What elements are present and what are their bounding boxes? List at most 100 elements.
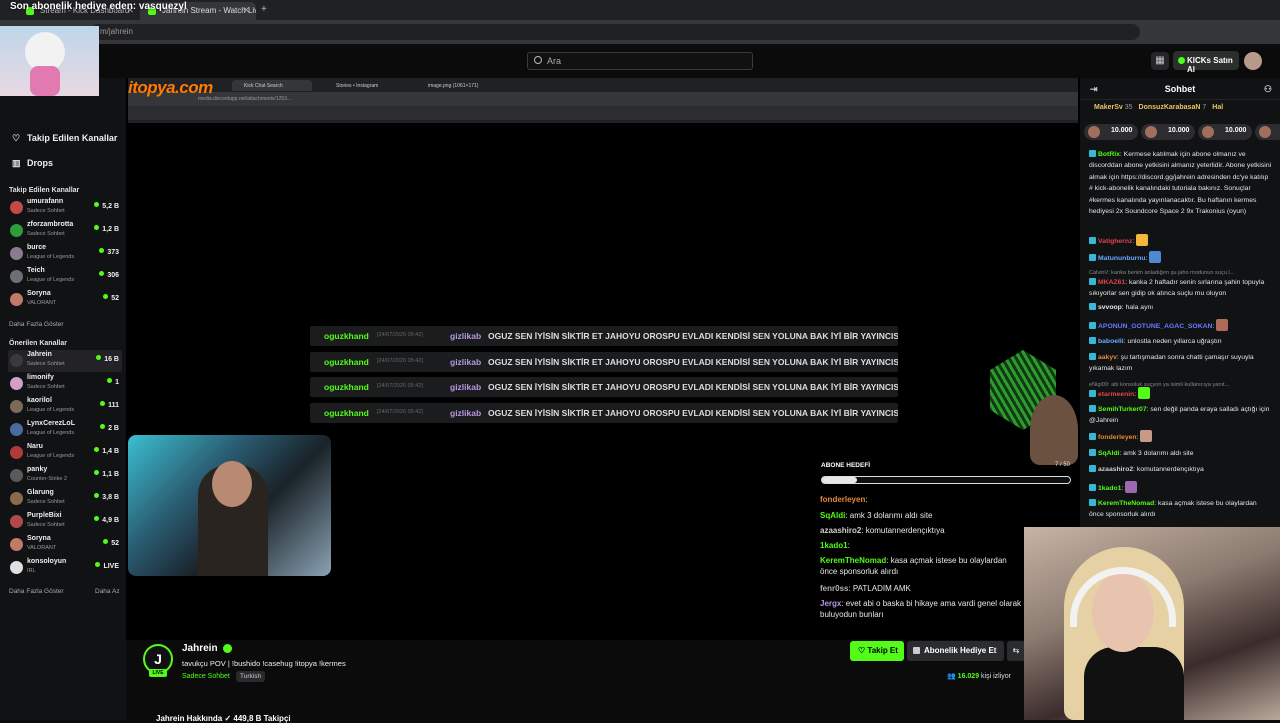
channel-item[interactable]: Glarung Sadece Sohbet 3,8 B — [8, 488, 122, 510]
viewers-icon: 👥 — [947, 673, 958, 680]
channel-item[interactable]: Soryna VALORANT 52 — [8, 289, 122, 311]
channel-name: Glarung — [27, 489, 54, 496]
channel-item[interactable]: Teich League of Legends 306 — [8, 266, 122, 288]
chat-username[interactable]: MKAZ61 — [1098, 279, 1125, 286]
more-options-button[interactable]: ⇆ — [1007, 641, 1025, 661]
chat-username[interactable]: KeremTheNomad — [1098, 500, 1154, 507]
buy-kicks-button[interactable]: KICKs Satın Al — [1173, 51, 1239, 74]
chat-username[interactable]: 1kado1 — [1098, 485, 1121, 492]
show-less-link[interactable]: Daha Az — [95, 588, 120, 595]
channel-item[interactable]: panky Counter-Strike 2 1,1 B — [8, 465, 122, 487]
chat-username[interactable]: APONUN_GOTUNE_AGAC_SOKAN — [1098, 323, 1212, 330]
channel-avatar — [10, 247, 23, 260]
show-more-link[interactable]: Daha Fazla Göster — [9, 588, 64, 595]
channel-item[interactable]: Naru League of Legends 1,4 B — [8, 442, 122, 464]
chat-username[interactable]: baboelli — [1098, 338, 1124, 345]
top-gifter[interactable]: Hal — [1212, 104, 1223, 111]
overlay-mini-chat-row: fenr0ss: PATLADIM AMK — [820, 583, 1025, 594]
channel-item[interactable]: LynxCerezLoL League of Legends 2 B — [8, 419, 122, 441]
show-more-link[interactable]: Daha Fazla Göster — [9, 321, 64, 328]
guest-webcam — [1024, 527, 1280, 720]
chat-username[interactable]: etarmeenin — [1098, 391, 1134, 398]
followed-channels-link[interactable]: ♡ Takip Edilen Kanallar — [12, 133, 117, 144]
channel-name: konsoloyun — [27, 558, 67, 565]
grid-icon[interactable]: ▦ — [1151, 52, 1169, 70]
channel-name: burce — [27, 244, 47, 251]
viewer-count: 5,2 B — [94, 202, 119, 210]
kicks-leader-pill[interactable]: 10.000 — [1084, 124, 1138, 140]
channel-item[interactable]: Jahrein Sadece Sohbet 16 B — [8, 350, 122, 372]
top-gifter[interactable]: DonsuzKarabasaN 7 — [1139, 104, 1207, 111]
chat-username[interactable]: Matununburnu — [1098, 255, 1146, 262]
drops-icon: ▥ — [12, 158, 21, 168]
url-field[interactable]: m/jahrein — [90, 24, 1140, 40]
channel-avatar — [10, 469, 23, 482]
chat-message: SqAldi: amk 3 dolarımı aldı site — [1089, 448, 1273, 459]
gift-sub-button[interactable]: Abonelik Hediye Et — [907, 641, 1004, 661]
chat-username[interactable]: aakyv — [1098, 354, 1117, 361]
top-gifter[interactable]: MakerSv 35 — [1094, 104, 1133, 111]
channel-item[interactable]: zforzambrotta Sadece Sohbet 1,2 B — [8, 220, 122, 242]
chat-text: : amk 3 dolarımı aldı site — [1119, 450, 1194, 457]
channel-item[interactable]: Soryna VALORANT 52 — [8, 534, 122, 556]
channel-item[interactable]: burce League of Legends 373 — [8, 243, 122, 265]
avatar-character-body — [30, 66, 60, 96]
chat-message: 1kado1: — [1089, 481, 1273, 494]
channel-category: Sadece Sohbet — [27, 208, 65, 214]
chat-username[interactable]: azaashiro2 — [1098, 466, 1133, 473]
chat-username[interactable]: svvoop — [1098, 304, 1122, 311]
viewer-count: 373 — [99, 248, 119, 256]
channel-name: LynxCerezLoL — [27, 420, 75, 427]
guest-top — [1084, 647, 1184, 720]
viewer-count: 111 — [100, 401, 119, 409]
new-tab-button[interactable]: + — [258, 2, 272, 20]
channel-category: Sadece Sohbet — [27, 522, 65, 528]
collapse-chat-icon[interactable]: ⇥ — [1090, 78, 1098, 100]
channel-avatar — [10, 538, 23, 551]
kicks-leader-pill[interactable]: 10.000 — [1198, 124, 1252, 140]
captured-address-row: media.discordapp.net/attachments/1253... — [128, 92, 1078, 106]
emote-icon — [1140, 430, 1153, 442]
chat-username[interactable]: SqAldi — [1098, 450, 1120, 457]
channel-name: umurafann — [27, 198, 64, 205]
search-input[interactable]: Ara — [527, 52, 753, 70]
chat-text: OGUZ SEN İYİSİN SİKTİR ET JAHOYU OROSPU … — [488, 331, 898, 341]
user-settings-icon[interactable]: ⚇ — [1264, 78, 1272, 100]
kicks-leader-pill[interactable]: 10.000 — [1255, 124, 1280, 140]
channel-name: Soryna — [27, 290, 51, 297]
reply-context: CalvinV: kanka benim anladığım şu jaho m… — [1089, 270, 1235, 276]
channel-item[interactable]: umurafann Sadece Sohbet 5,2 B — [8, 197, 122, 219]
channel-item[interactable]: konsoloyun IRL LIVE — [8, 557, 122, 579]
user-avatar[interactable] — [1244, 52, 1262, 70]
chat-username[interactable]: SemihTurker07 — [1098, 406, 1147, 413]
gifter-name: MakerSv — [1094, 104, 1123, 111]
chat-message: BotRix: Kermese katılmak için abone olma… — [1089, 149, 1273, 217]
overlay-mini-chat-row: Jergx: evet abi o baska bi hikaye ama va… — [820, 598, 1025, 620]
chat-message: SemihTurker07: sen değil panda eraya sal… — [1089, 404, 1273, 427]
channel-avatar — [10, 270, 23, 283]
channel-item[interactable]: PurpleBixi Sadece Sohbet 4,9 B — [8, 511, 122, 533]
chat-username[interactable]: Vatighernz — [1098, 238, 1132, 245]
sub-badge-icon — [1089, 303, 1096, 310]
stream-category[interactable]: Sadece Sohbet — [182, 673, 230, 680]
chat-text: : — [865, 495, 868, 504]
channel-item[interactable]: kaorilol League of Legends 111 — [8, 396, 122, 418]
gifter-name: Hal — [1212, 104, 1224, 111]
captured-tab: Stories • Instagram — [336, 83, 379, 89]
chat-username[interactable]: fonderleyen — [1098, 434, 1137, 441]
channel-category: League of Legends — [27, 254, 75, 260]
chat-message: fonderleyen: — [1089, 430, 1273, 443]
language-tag[interactable]: Turkish — [236, 671, 266, 682]
chat-text: : — [1132, 238, 1135, 245]
channel-name[interactable]: Jahrein — [182, 643, 218, 654]
chat-timestamp: [24/07/2026 05:42] — [377, 357, 423, 364]
sub-badge-icon — [1089, 353, 1096, 360]
emote-icon — [1136, 234, 1149, 246]
channel-item[interactable]: limonify Sadece Sohbet 1 — [8, 373, 122, 395]
close-icon[interactable]: ✕ — [242, 5, 250, 16]
drops-link[interactable]: ▥ Drops — [12, 158, 53, 169]
chat-username: fonderleyen — [820, 495, 866, 504]
chat-username[interactable]: BotRix — [1098, 151, 1120, 158]
follow-button[interactable]: ♡ Takip Et — [850, 641, 904, 661]
kicks-leader-pill[interactable]: 10.000 — [1141, 124, 1195, 140]
